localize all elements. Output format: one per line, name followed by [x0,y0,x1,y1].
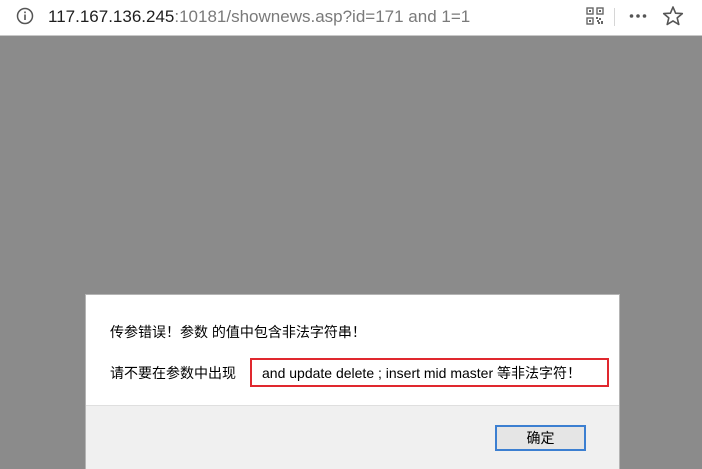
error-message: 传参错误！参数 的值中包含非法字符串！ [110,324,366,340]
forbidden-keywords-text: and update delete ; insert mid master 等非… [262,365,582,381]
qr-code-icon[interactable] [586,7,604,25]
dialog-footer: 确定 [86,405,619,469]
more-menu-icon[interactable] [628,6,648,26]
url-text[interactable]: 117.167.136.245:10181/shownews.asp?id=17… [48,6,470,28]
url-host: 117.167.136.245 [48,7,175,26]
dialog-body: 传参错误！参数 的值中包含非法字符串！ 请不要在参数中出现 and update… [86,295,619,405]
address-bar[interactable]: 117.167.136.245:10181/shownews.asp?id=17… [0,0,702,36]
ok-button[interactable]: 确定 [495,425,586,451]
star-icon[interactable] [662,5,684,27]
toolbar-divider [614,8,615,26]
instruction-message: 请不要在参数中出现 [110,365,236,381]
alert-dialog: 传参错误！参数 的值中包含非法字符串！ 请不要在参数中出现 and update… [85,294,620,469]
info-icon[interactable] [16,7,34,25]
url-path: :10181/shownews.asp?id=171 and 1=1 [174,7,471,26]
